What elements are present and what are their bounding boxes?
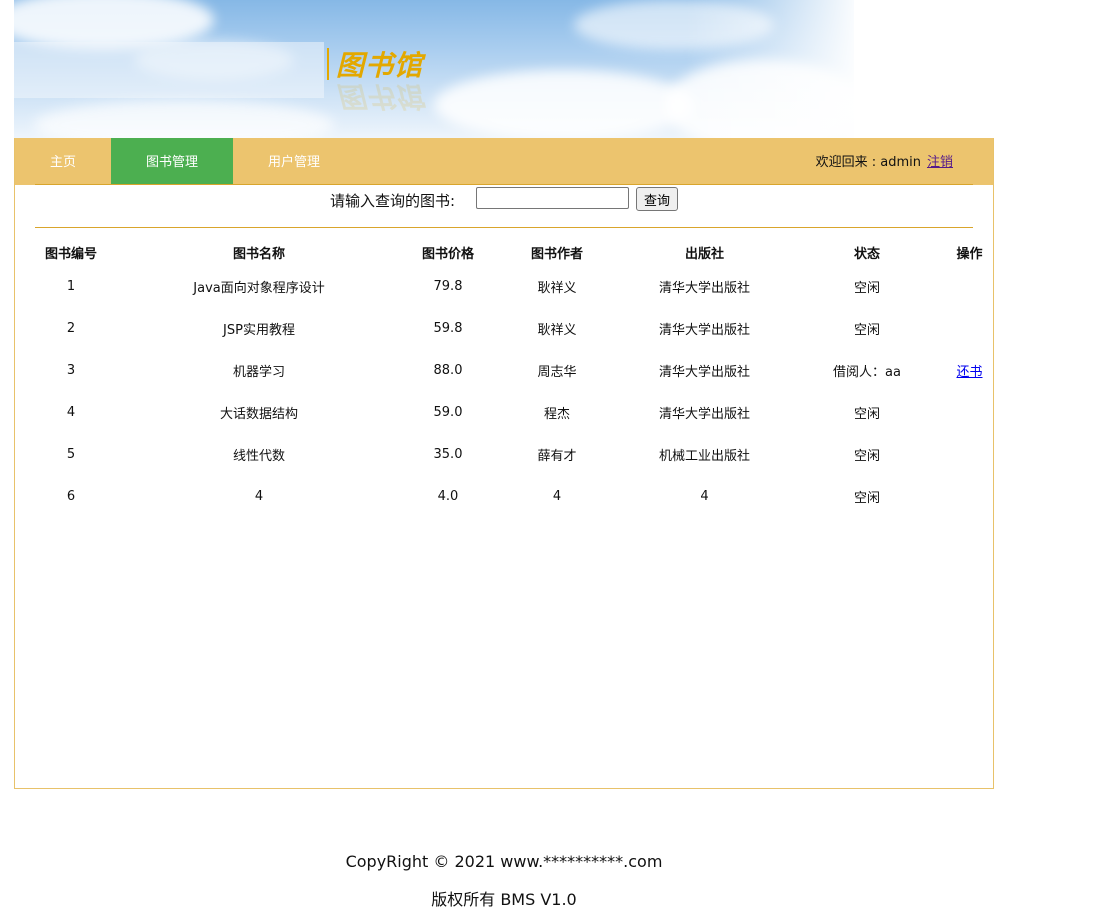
search-bar: 请输入查询的图书: 查询 [15, 186, 993, 216]
column-header-author: 图书作者 [530, 246, 583, 262]
column-header-price: 图书价格 [421, 246, 474, 262]
cell-publisher: 清华大学出版社 [658, 364, 750, 380]
cell-author: 耿祥义 [537, 322, 577, 338]
welcome-area: 欢迎回来 : admin 注销 [816, 151, 953, 170]
cell-name: 机器学习 [232, 364, 285, 380]
welcome-text: 欢迎回来 : admin [815, 155, 921, 170]
search-input[interactable] [476, 187, 629, 209]
cell-author: 程杰 [543, 406, 570, 422]
table-row: 2 JSP实用教程 59.8 耿祥义 清华大学出版社 空闲 [35, 307, 985, 349]
column-header-status: 状态 [853, 246, 880, 262]
cell-status: 借阅人：aa [833, 364, 901, 380]
cell-status: 空闲 [853, 280, 880, 296]
cell-price: 88.0 [433, 362, 463, 378]
cell-action [954, 307, 985, 349]
cell-price: 79.8 [433, 278, 463, 294]
cell-publisher: 清华大学出版社 [658, 280, 750, 296]
main-content: 主页 图书管理 用户管理 欢迎回来 : admin 注销 请输入查询的图书: 查询… [14, 138, 994, 789]
nav-item-book-management[interactable]: 图书管理 [111, 138, 233, 185]
logout-link[interactable]: 注销 [927, 155, 953, 170]
divider [35, 227, 973, 228]
logo-divider [327, 48, 329, 80]
cell-price: 59.0 [433, 404, 463, 420]
cell-action [954, 433, 985, 475]
table-header-row: 图书编号 图书名称 图书价格 图书作者 出版社 状态 操作 [35, 239, 985, 265]
cell-name: JSP实用教程 [223, 322, 295, 338]
nav-item-home[interactable]: 主页 [15, 138, 111, 185]
divider [35, 184, 973, 185]
table-row: 3 机器学习 88.0 周志华 清华大学出版社 借阅人：aa 还书 [35, 349, 985, 391]
search-button[interactable]: 查询 [636, 187, 678, 211]
cell-action: 还书 [954, 349, 985, 391]
cell-status: 空闲 [853, 322, 880, 338]
table-row: 6 4 4.0 4 4 空闲 [35, 475, 985, 517]
table-row: 4 大话数据结构 59.0 程杰 清华大学出版社 空闲 [35, 391, 985, 433]
column-header-id: 图书编号 [44, 246, 97, 262]
top-nav: 主页 图书管理 用户管理 欢迎回来 : admin 注销 [15, 138, 993, 185]
site-logo-reflection: 图书馆 [336, 80, 424, 113]
cell-name: Java面向对象程序设计 [193, 280, 325, 296]
cell-price: 4.0 [437, 488, 459, 504]
cell-author: 周志华 [537, 364, 577, 380]
cell-action [954, 265, 985, 307]
cell-publisher: 清华大学出版社 [658, 406, 750, 422]
footer-version: 版权所有 BMS V1.0 [431, 890, 577, 909]
cell-action [954, 475, 985, 517]
cell-author: 4 [552, 488, 562, 504]
cell-price: 59.8 [433, 320, 463, 336]
cell-status: 空闲 [853, 490, 880, 506]
column-header-publisher: 出版社 [684, 246, 724, 262]
cell-id: 6 [66, 488, 76, 504]
cell-name: 线性代数 [232, 448, 285, 464]
search-label: 请输入查询的图书: [330, 192, 456, 210]
cell-publisher: 清华大学出版社 [658, 322, 750, 338]
cell-id: 5 [66, 446, 76, 462]
books-table: 图书编号 图书名称 图书价格 图书作者 出版社 状态 操作 1 Java面向对象… [35, 239, 985, 517]
table-row: 1 Java面向对象程序设计 79.8 耿祥义 清华大学出版社 空闲 [35, 265, 985, 307]
cell-publisher: 机械工业出版社 [658, 448, 750, 464]
cell-author: 薛有才 [537, 448, 577, 464]
header-banner: 图书馆 图书馆 [14, 0, 854, 138]
cell-id: 2 [66, 320, 76, 336]
nav-item-user-management[interactable]: 用户管理 [233, 138, 355, 185]
cell-id: 1 [66, 278, 76, 294]
cell-price: 35.0 [433, 446, 463, 462]
cell-status: 空闲 [853, 406, 880, 422]
cell-publisher: 4 [700, 488, 709, 504]
cell-status: 空闲 [853, 448, 880, 464]
cell-author: 耿祥义 [537, 280, 577, 296]
column-header-action: 操作 [956, 246, 983, 262]
table-row: 5 线性代数 35.0 薛有才 机械工业出版社 空闲 [35, 433, 985, 475]
footer-copyright: CopyRight © 2021 www.**********.com [345, 852, 663, 871]
cell-id: 4 [66, 404, 76, 420]
cell-action [954, 391, 985, 433]
cell-name: 大话数据结构 [219, 406, 298, 422]
banner-fade [14, 0, 854, 138]
cell-name: 4 [254, 488, 264, 504]
column-header-name: 图书名称 [232, 246, 285, 262]
cell-id: 3 [66, 362, 76, 378]
return-book-link[interactable]: 还书 [956, 365, 982, 380]
